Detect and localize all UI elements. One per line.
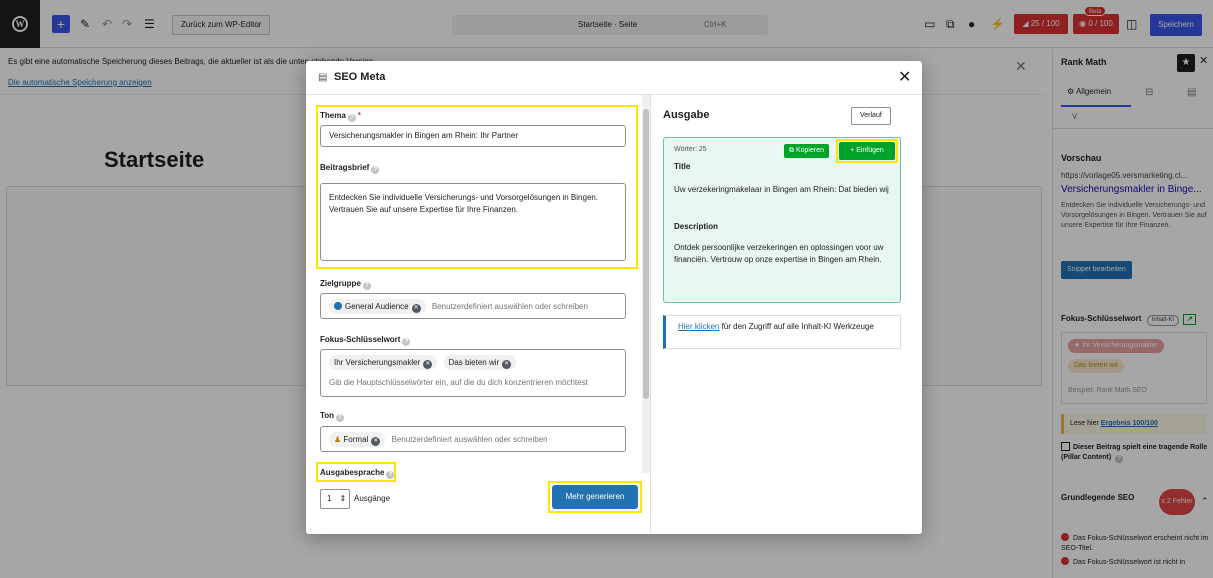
outputs-label: Ausgänge — [354, 494, 391, 503]
outputs-count: 1 — [327, 494, 332, 503]
copy-icon: ⧉ — [789, 147, 796, 154]
audience-label: Zielgruppe? — [320, 279, 371, 290]
audience-tag-label: General Audience — [345, 302, 409, 311]
tone-input[interactable]: ♟ Formal ✕ Benutzerdefiniert auswählen od… — [320, 426, 626, 452]
keyword-tag-label: Ihr Versicherungsmakler — [334, 358, 421, 367]
tone-placeholder: Benutzerdefiniert auswählen oder schreib… — [391, 435, 548, 444]
highlight-frame — [316, 105, 638, 269]
seo-meta-modal: ▤ SEO Meta ✕ Thema? * Versicherungsmakler… — [306, 61, 922, 534]
generate-row: 1 ⇕ Ausgänge Mehr generieren — [312, 481, 648, 521]
remove-tag-icon[interactable]: ✕ — [411, 304, 421, 313]
audience-input[interactable]: General Audience ✕ Benutzerdefiniert ausw… — [320, 293, 626, 319]
tone-label: Ton? — [320, 411, 345, 422]
remove-tag-icon[interactable]: ✕ — [423, 360, 433, 369]
stepper-arrows-icon[interactable]: ⇕ — [339, 494, 346, 503]
globe-icon — [334, 302, 342, 310]
close-icon[interactable]: ✕ — [898, 67, 911, 87]
keyword-tag: Das bieten wir ✕ — [443, 355, 517, 370]
word-count: Wörter: 25 — [674, 146, 707, 153]
modal-header: ▤ SEO Meta ✕ — [306, 61, 922, 95]
help-icon[interactable]: ? — [402, 338, 411, 346]
history-button[interactable]: Verlauf — [851, 107, 891, 125]
output-description-label: Description — [674, 222, 719, 231]
content-ai-notice: Hier klicken für den Zugriff auf alle In… — [663, 315, 901, 349]
keyword-input[interactable]: Ihr Versicherungsmakler ✕ Das bieten wir ✕… — [320, 349, 626, 397]
output-title-text: Uw verzekeringmakelaar in Bingen am Rhei… — [674, 185, 889, 194]
keyword-label: Fokus-Schlüsselwort? — [320, 335, 411, 346]
outputs-count-stepper[interactable]: 1 ⇕ — [320, 489, 350, 509]
person-icon: ♟ — [334, 435, 344, 444]
content-ai-text: für den Zugriff auf alle Inhalt-KI Werkz… — [719, 322, 874, 331]
remove-tag-icon[interactable]: ✕ — [502, 360, 512, 369]
keyword-tag-label: Das bieten wir — [448, 358, 500, 367]
copy-button[interactable]: ⧉ Kopieren — [784, 144, 829, 158]
keyword-label-text: Fokus-Schlüsselwort — [320, 335, 401, 344]
keyword-placeholder: Gib die Hauptschlüsselwörter ein, auf di… — [329, 378, 588, 387]
copy-button-label: Kopieren — [795, 147, 824, 154]
highlight-frame — [548, 481, 642, 513]
document-icon: ▤ — [318, 72, 328, 83]
highlight-frame — [836, 139, 898, 163]
output-description-text: Ontdek persoonlijke verzekeringen en opl… — [674, 243, 884, 264]
tone-tag: ♟ Formal ✕ — [329, 432, 386, 447]
output-card: Wörter: 25 ⧉ Kopieren + Einfügen Title U… — [663, 137, 901, 303]
content-ai-link[interactable]: Hier klicken — [678, 322, 719, 331]
audience-placeholder: Benutzerdefiniert auswählen oder schreib… — [431, 302, 588, 311]
help-icon[interactable]: ? — [362, 282, 371, 290]
output-column: Ausgabe Verlauf Wörter: 25 ⧉ Kopieren + … — [650, 95, 922, 533]
tone-label-text: Ton — [320, 411, 335, 420]
modal-title: SEO Meta — [334, 71, 386, 83]
output-title-label: Title — [674, 162, 691, 171]
highlight-frame — [316, 462, 396, 482]
audience-label-text: Zielgruppe — [320, 279, 361, 288]
tone-tag-label: Formal — [343, 435, 369, 444]
input-scrollbar-thumb[interactable] — [643, 109, 649, 399]
input-column: Thema? * Versicherungsmakler in Bingen am… — [312, 95, 648, 515]
remove-tag-icon[interactable]: ✕ — [371, 437, 381, 446]
help-icon[interactable]: ? — [336, 414, 345, 422]
keyword-tag: Ihr Versicherungsmakler ✕ — [329, 355, 438, 370]
audience-tag: General Audience ✕ — [329, 299, 426, 314]
output-heading: Ausgabe — [663, 109, 710, 121]
